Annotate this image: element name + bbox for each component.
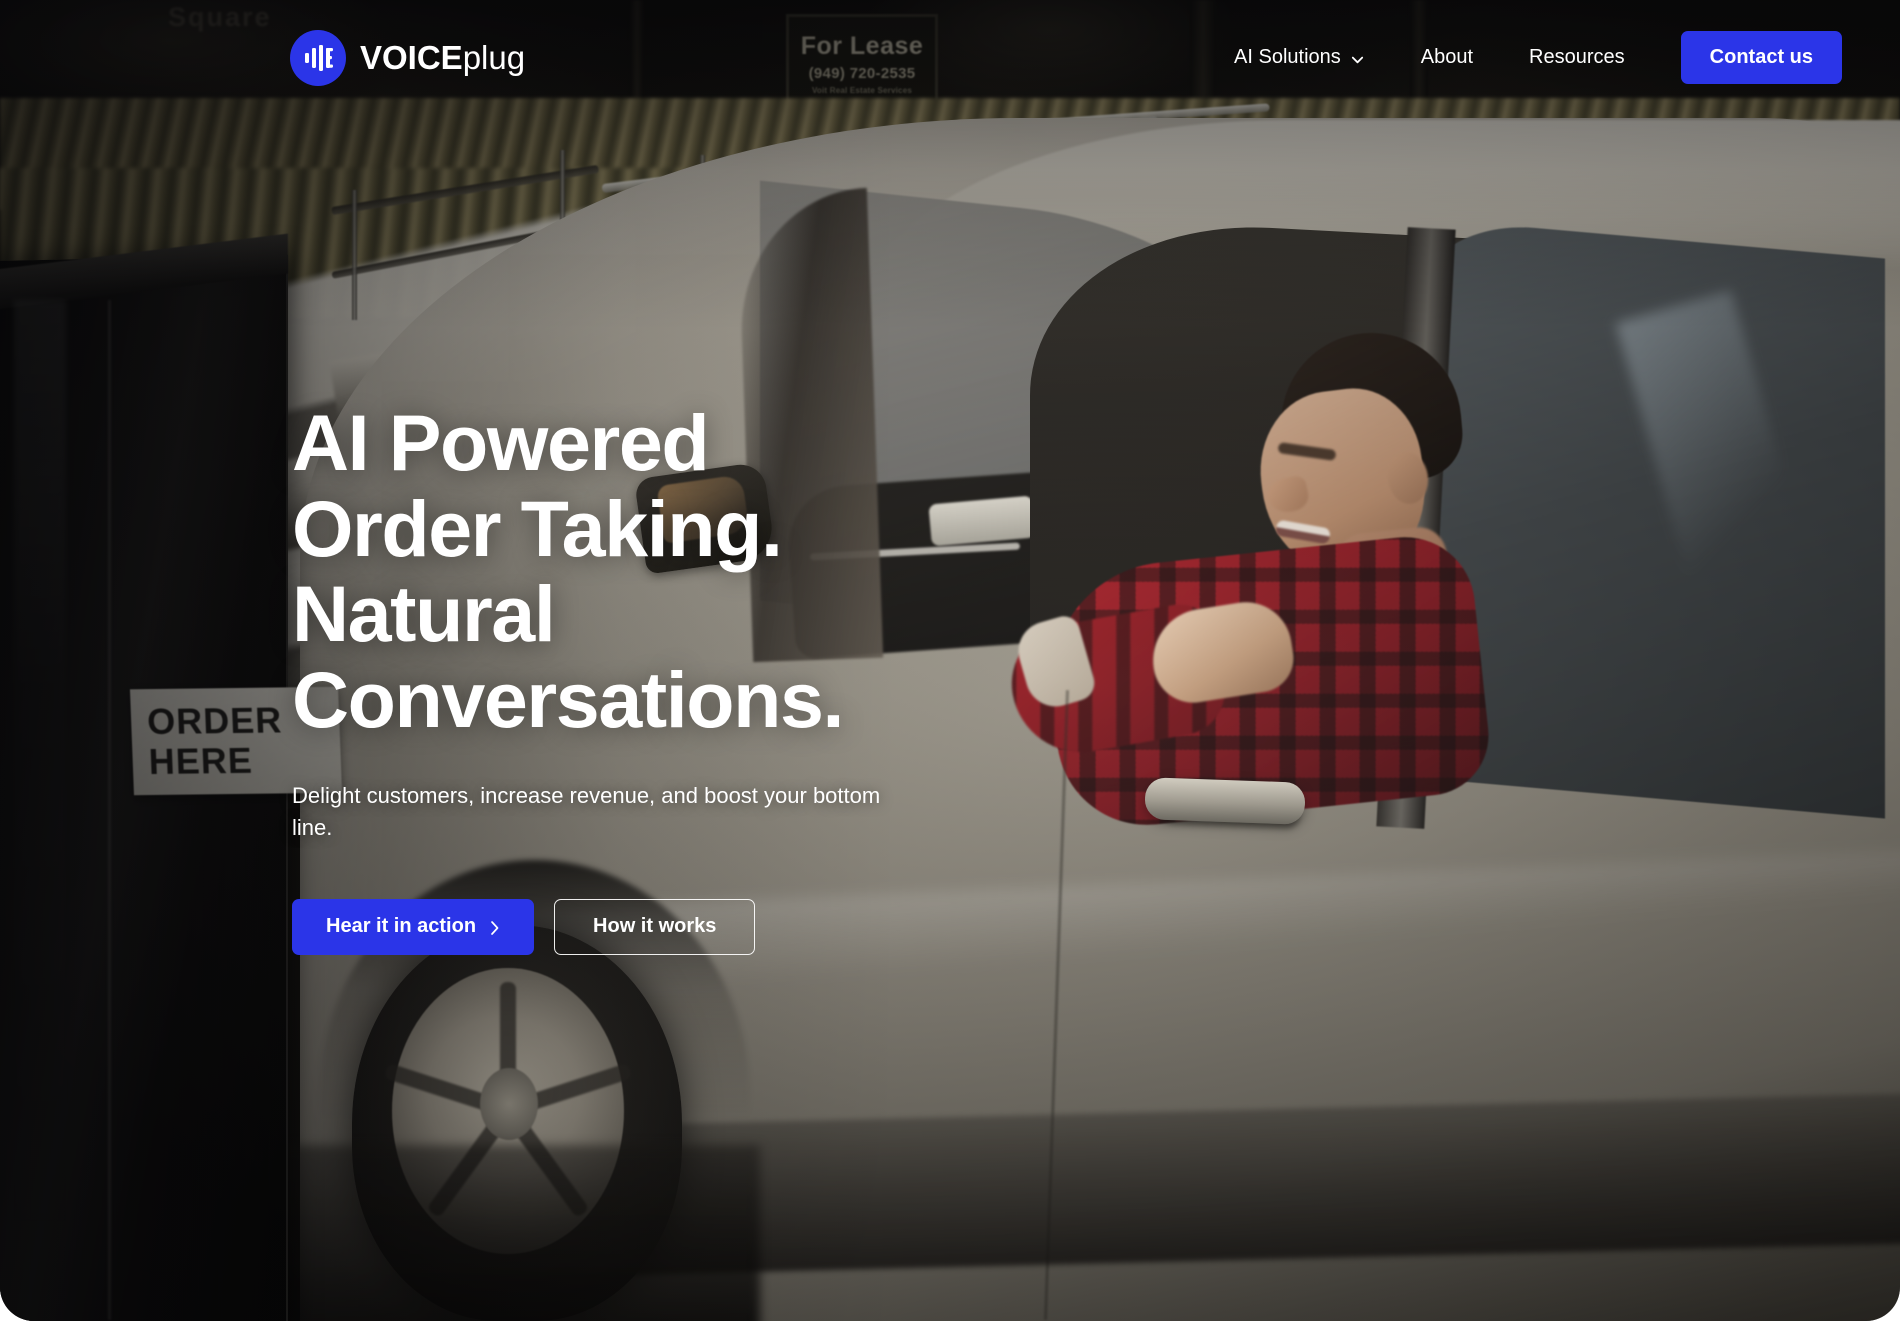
order-kiosk-seam (108, 300, 111, 1320)
contact-us-button[interactable]: Contact us (1680, 31, 1842, 84)
brand-logo-link[interactable]: VOICE plug (290, 29, 525, 86)
hear-it-in-action-label: Hear it in action (326, 915, 477, 938)
hero-headline-line-4: Conversations. (292, 655, 845, 745)
waveform-icon (290, 29, 346, 86)
nav-item-ai-solutions[interactable]: AI Solutions (1206, 36, 1393, 79)
wheel-hub (480, 1068, 538, 1140)
brand-wordmark-bold: VOICE (360, 39, 463, 76)
hero-headline-line-1: AI Powered (292, 398, 710, 487)
hero-headline: AI Powered Order Taking. Natural Convers… (292, 400, 1012, 743)
hear-it-in-action-button[interactable]: Hear it in action (292, 898, 535, 955)
brand-wordmark: VOICE plug (360, 41, 525, 74)
how-it-works-button[interactable]: How it works (554, 898, 756, 955)
chevron-down-icon (1350, 50, 1365, 65)
nav-item-resources[interactable]: Resources (1501, 36, 1653, 79)
hero-headline-line-2: Order Taking. (292, 483, 783, 573)
hero-content: AI Powered Order Taking. Natural Convers… (292, 400, 1012, 955)
primary-navigation: AI Solutions About Resources Contact us (1206, 31, 1842, 84)
hero-headline-line-3: Natural (292, 569, 556, 659)
hero-cta-row: Hear it in action How it works (292, 898, 1012, 955)
nav-item-resources-label: Resources (1529, 46, 1625, 68)
order-kiosk-gloss (14, 300, 66, 1280)
hero-subheadline: Delight customers, increase revenue, and… (292, 782, 881, 840)
nav-item-about[interactable]: About (1393, 36, 1501, 79)
order-here-sign-line2: HERE (147, 739, 254, 783)
site-header: VOICE plug AI Solutions About Resources C… (0, 0, 1900, 115)
nav-item-about-label: About (1420, 46, 1474, 68)
car-door-handle (1144, 777, 1306, 825)
nav-item-ai-solutions-label: AI Solutions (1234, 46, 1341, 68)
hero-section: Square For Lease (949) 720-2535 Voit Rea… (0, 0, 1900, 1321)
brand-wordmark-light: plug (462, 39, 526, 76)
chevron-right-icon (489, 919, 500, 935)
order-here-sign-line1: ORDER (146, 699, 284, 743)
handrail-post (352, 190, 357, 320)
